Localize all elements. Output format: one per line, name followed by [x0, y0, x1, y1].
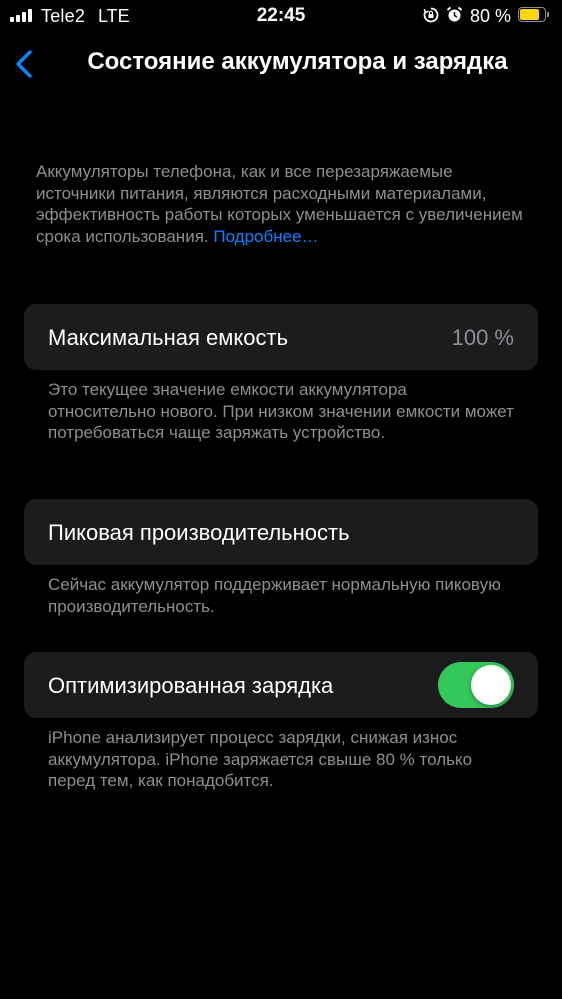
- max-capacity-cell: Максимальная емкость 100 %: [24, 304, 538, 370]
- back-button[interactable]: [8, 45, 44, 83]
- battery-icon: [518, 7, 552, 23]
- max-capacity-label: Максимальная емкость: [48, 325, 289, 350]
- intro-text: Аккумуляторы телефона, как и все перезар…: [36, 161, 536, 247]
- optimized-charging-cell: Оптимизированная зарядка: [24, 652, 538, 718]
- page-title: Состояние аккумулятора и зарядка: [87, 48, 508, 75]
- max-capacity-value: 100 %: [451, 325, 514, 350]
- max-capacity-footer: Это текущее значение емкости аккумулятор…: [48, 380, 514, 442]
- status-bar: Tele2 LTE 22:45 80 %: [0, 0, 562, 32]
- peak-performance-label: Пиковая производительность: [48, 520, 350, 545]
- optimized-charging-toggle[interactable]: [438, 662, 514, 708]
- toggle-knob: [471, 665, 511, 705]
- peak-performance-footer: Сейчас аккумулятор поддерживает нормальн…: [48, 575, 501, 616]
- chevron-left-icon: [16, 50, 32, 78]
- learn-more-link[interactable]: Подробнее…: [213, 227, 318, 246]
- optimized-charging-label: Оптимизированная зарядка: [48, 673, 334, 698]
- alarm-icon: [446, 6, 463, 22]
- peak-performance-cell: Пиковая производительность: [24, 499, 538, 565]
- orientation-lock-icon: [423, 7, 439, 23]
- battery-percent: 80 %: [470, 6, 512, 26]
- optimized-charging-footer: iPhone анализирует процесс зарядки, сниж…: [48, 728, 473, 790]
